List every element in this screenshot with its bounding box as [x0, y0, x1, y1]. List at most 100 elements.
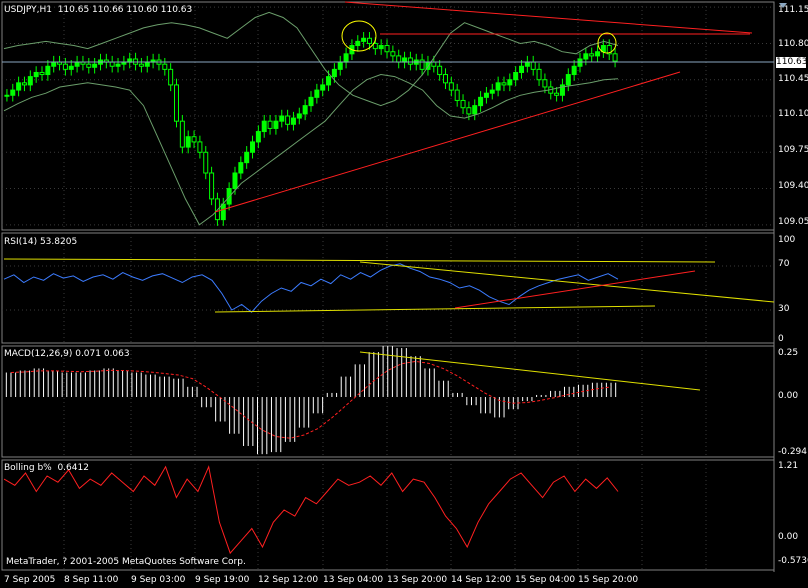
- candle: [179, 120, 185, 148]
- candle: [384, 45, 390, 53]
- candle: [138, 63, 144, 67]
- candle: [209, 172, 215, 200]
- candle: [390, 51, 396, 57]
- candle: [489, 89, 495, 94]
- candle: [501, 82, 507, 86]
- candle: [331, 68, 337, 78]
- rsi-trendline-down: [359, 261, 775, 303]
- x-axis-label: 15 Sep 04:00: [515, 575, 576, 585]
- candle: [431, 61, 437, 67]
- candle: [326, 76, 332, 86]
- candle: [62, 63, 68, 70]
- rsi-trendline-red: [454, 270, 696, 309]
- candle: [513, 71, 519, 81]
- candle: [571, 65, 577, 76]
- price-tick: 110.10: [778, 109, 808, 119]
- candle: [279, 115, 285, 122]
- candle: [4, 94, 10, 97]
- price-tick: 110.45: [778, 74, 808, 84]
- candle: [419, 59, 425, 70]
- candle: [86, 63, 92, 68]
- candle: [296, 113, 302, 119]
- macd-pane[interactable]: [5, 346, 701, 455]
- candle: [308, 96, 314, 107]
- candle: [255, 131, 261, 143]
- macd-tick: 0.25: [778, 348, 799, 358]
- bolling-pane-label: Bolling b% 0.6412: [4, 463, 89, 473]
- candle: [407, 57, 413, 65]
- candle: [524, 61, 530, 67]
- candle: [472, 105, 478, 115]
- candle: [577, 58, 583, 67]
- candle: [290, 117, 296, 125]
- chart-canvas[interactable]: [0, 0, 808, 588]
- price-tick: 110.80: [778, 39, 808, 49]
- highlight-circle: [341, 20, 377, 52]
- candle: [51, 61, 57, 67]
- bolling-tick: -0.5736: [778, 556, 808, 566]
- candle: [355, 40, 361, 47]
- bolling-tick: 1.21: [778, 461, 799, 471]
- candle: [27, 76, 33, 86]
- candle: [21, 82, 27, 86]
- candle: [16, 82, 22, 91]
- x-axis-label: 13 Sep 04:00: [323, 575, 384, 585]
- candle: [115, 63, 121, 67]
- resistance-trendline: [344, 1, 753, 34]
- bolling-line: [3, 465, 619, 555]
- candle: [483, 92, 489, 98]
- candle: [33, 71, 39, 78]
- candle: [45, 65, 51, 76]
- x-axis-label: 14 Sep 12:00: [451, 575, 512, 585]
- candle: [232, 172, 238, 190]
- macd-pane-label: MACD(12,26,9) 0.071 0.063: [4, 349, 130, 359]
- candle: [238, 162, 244, 174]
- candle: [372, 42, 378, 50]
- price-pane[interactable]: [2, 1, 787, 226]
- copyright-text: MetaTrader, ? 2001-2005 MetaQuotes Softw…: [6, 557, 246, 567]
- x-axis-label: 9 Sep 19:00: [195, 575, 250, 585]
- candle: [366, 37, 372, 44]
- x-axis-label: 13 Sep 20:00: [387, 575, 448, 585]
- macd-signal-line: [10, 360, 612, 439]
- price-tick: 111.15: [778, 5, 808, 15]
- candle: [197, 141, 203, 153]
- bolling-pane[interactable]: [3, 465, 619, 555]
- candle: [612, 53, 618, 62]
- price-tick: 109.05: [778, 217, 808, 227]
- candle: [343, 53, 349, 63]
- candle: [507, 79, 513, 86]
- candle: [536, 68, 542, 81]
- candle: [191, 136, 197, 143]
- rsi-pane[interactable]: [2, 258, 775, 313]
- rsi-line: [3, 263, 619, 313]
- candle: [314, 89, 320, 98]
- rsi-tick: 100: [778, 235, 796, 245]
- support-trendline: [214, 71, 681, 213]
- candle: [478, 96, 484, 107]
- candle: [595, 51, 601, 57]
- pane-border: [1, 232, 775, 344]
- candle: [495, 82, 501, 91]
- macd-tick: -0.294: [778, 447, 808, 457]
- rsi-tick: 30: [778, 304, 790, 314]
- candle: [454, 89, 460, 101]
- pane-border: [1, 459, 775, 571]
- candle: [244, 151, 250, 164]
- candle: [174, 84, 180, 122]
- candle: [361, 37, 367, 42]
- candle: [530, 61, 536, 70]
- candle: [396, 55, 402, 63]
- candle: [583, 53, 589, 60]
- candle: [273, 120, 279, 129]
- rsi-trendline-top: [3, 258, 716, 263]
- current-price-tag: 110.63: [776, 57, 808, 68]
- candle: [220, 203, 226, 221]
- candle: [68, 65, 74, 70]
- rsi-trendline-bottom: [214, 305, 656, 313]
- candle: [203, 151, 209, 174]
- candle: [460, 99, 466, 109]
- price-tick: 109.40: [778, 181, 808, 191]
- candle: [144, 61, 150, 67]
- candle: [185, 136, 191, 148]
